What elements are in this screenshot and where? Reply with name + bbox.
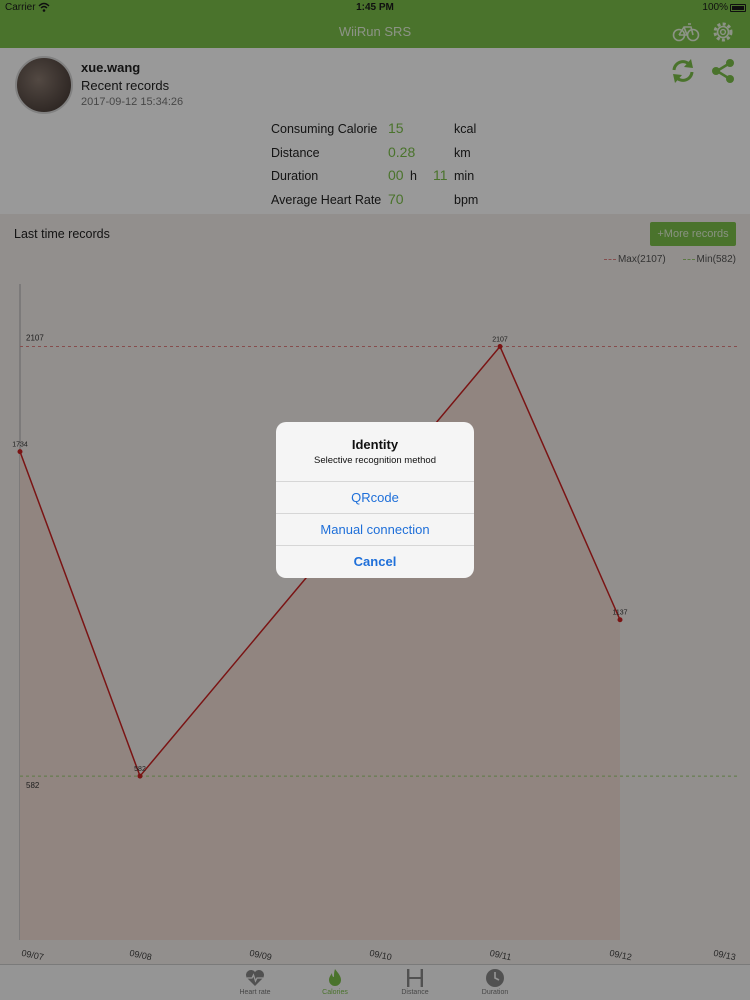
- manual-connection-button[interactable]: Manual connection: [276, 513, 474, 545]
- identity-dialog: Identity Selective recognition method QR…: [276, 422, 474, 578]
- qrcode-button[interactable]: QRcode: [276, 481, 474, 513]
- cancel-button[interactable]: Cancel: [276, 545, 474, 577]
- dialog-title: Identity: [351, 437, 399, 452]
- dialog-message: Selective recognition method: [314, 455, 436, 466]
